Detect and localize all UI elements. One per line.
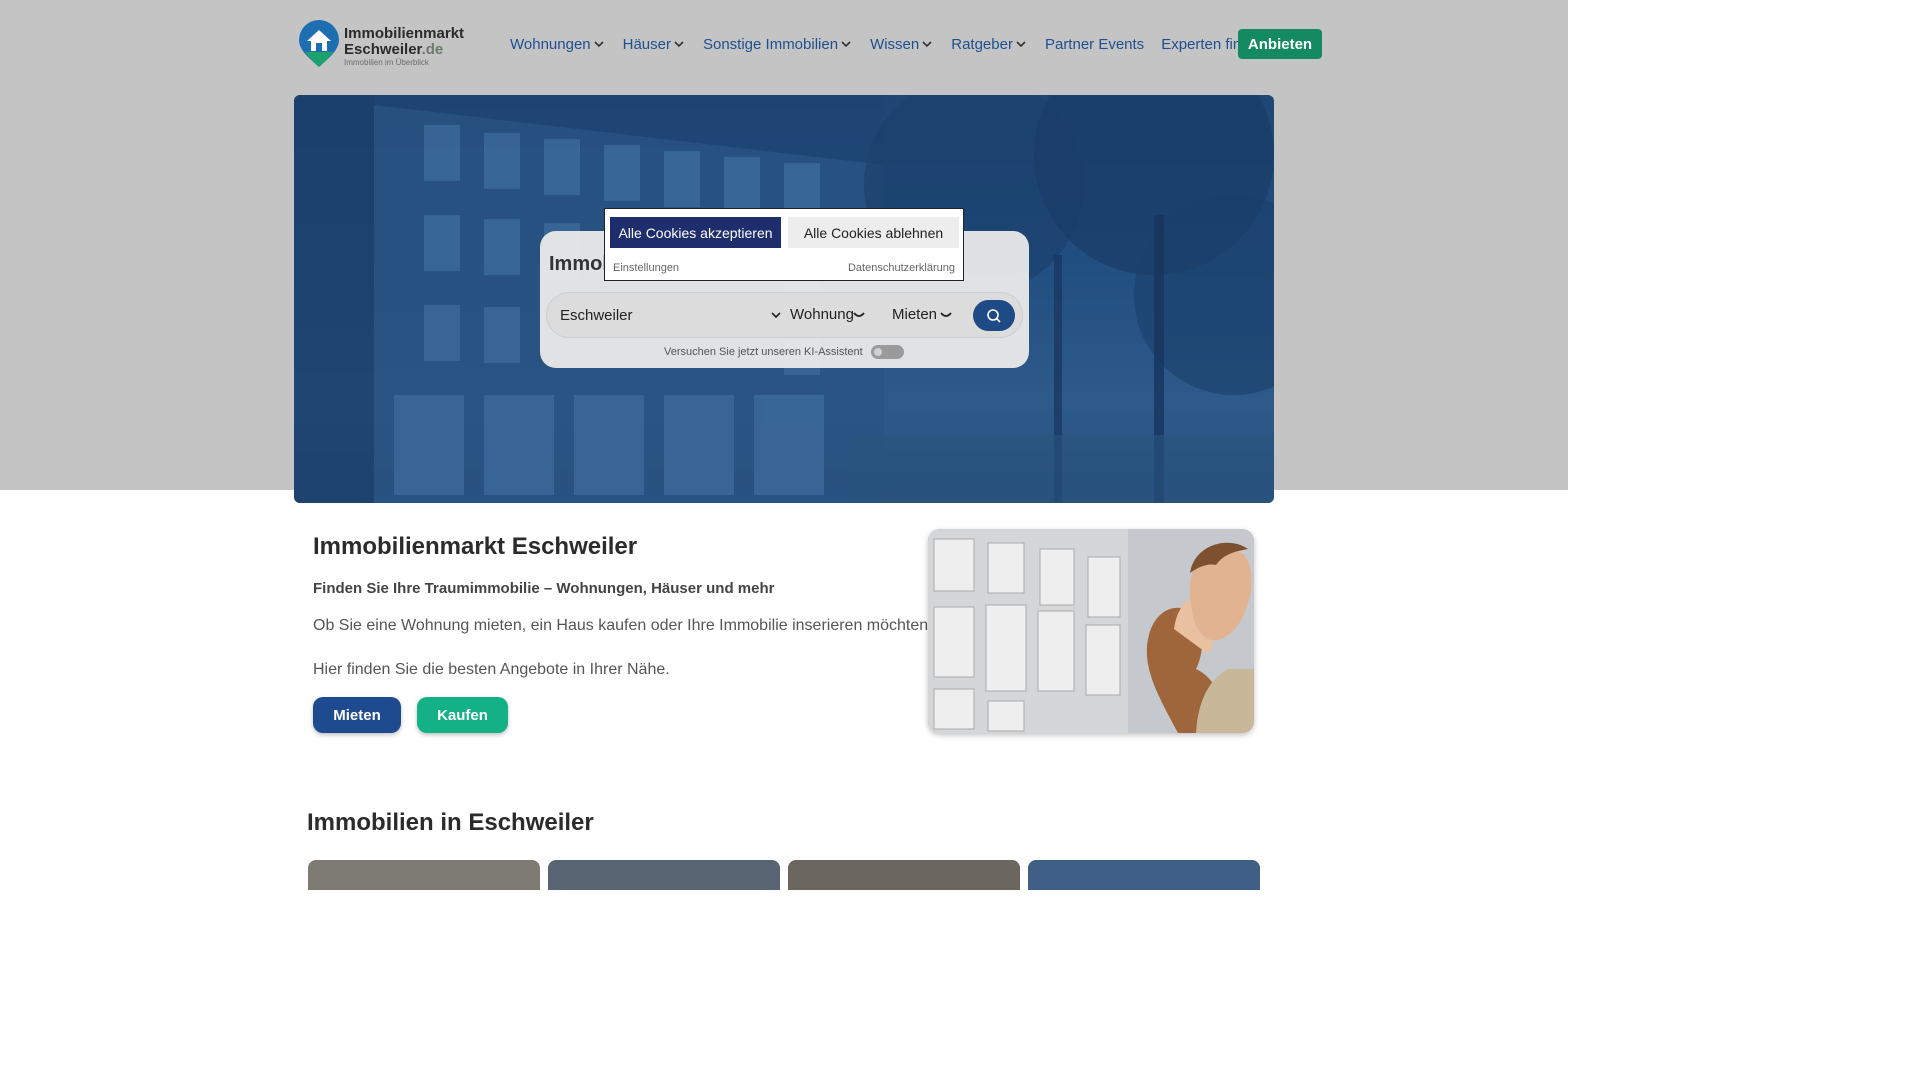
logo-tld: .de: [421, 41, 444, 58]
decline-cookies-button[interactable]: Alle Cookies ablehnen: [788, 217, 959, 248]
transaction-mode-select[interactable]: Mieten: [892, 306, 937, 323]
listing-card[interactable]: [1028, 860, 1260, 890]
site-header: Immobilienmarkt Eschweiler.de Immobilien…: [0, 0, 1568, 88]
chevron-down-icon[interactable]: [771, 310, 781, 320]
main-nav: Wohnungen Häuser Sonstige Immobilien Wis…: [510, 29, 1283, 59]
chevron-down-icon: [841, 41, 851, 48]
nav-label: Häuser: [622, 35, 671, 53]
listing-card[interactable]: [308, 860, 540, 890]
rent-button[interactable]: Mieten: [313, 697, 401, 733]
logo-tagline: Immobilien im Überblick: [344, 58, 429, 67]
nav-item-wohnungen[interactable]: Wohnungen: [510, 36, 604, 53]
logo-title: Immobilienmarkt: [344, 25, 465, 42]
anbieten-button[interactable]: Anbieten: [1238, 29, 1322, 59]
nav-label: Ratgeber: [951, 35, 1013, 53]
privacy-policy-link[interactable]: Datenschutzerklärung: [848, 262, 955, 274]
chevron-down-icon: [1016, 41, 1026, 48]
house-pin-icon: [297, 20, 341, 68]
nav-item-ratgeber[interactable]: Ratgeber: [951, 36, 1026, 53]
nav-label: Wissen: [870, 35, 920, 53]
location-select[interactable]: Eschweiler: [560, 307, 633, 324]
cookie-banner: Alle Cookies akzeptieren Alle Cookies ab…: [604, 208, 964, 281]
nav-item-sonstige-immobilien[interactable]: Sonstige Immobilien: [703, 36, 851, 53]
ki-assistant-label: Versuchen Sie jetzt unseren KI-Assistent: [664, 346, 863, 358]
listing-card[interactable]: [548, 860, 780, 890]
listings-title: Immobilien in Eschweiler: [307, 809, 594, 836]
accept-cookies-button[interactable]: Alle Cookies akzeptieren: [610, 217, 781, 248]
intro-paragraph: Ob Sie eine Wohnung mieten, ein Haus kau…: [313, 617, 933, 634]
intro-paragraph: Hier finden Sie die besten Angebote in I…: [313, 661, 670, 678]
intro-subtitle: Finden Sie Ihre Traumimmobilie – Wohnung…: [313, 580, 775, 597]
search-button[interactable]: [973, 300, 1015, 331]
logo-city: Eschweiler.de: [344, 41, 444, 58]
nav-item-haeuser[interactable]: Häuser: [623, 36, 684, 53]
couple-window-photo: [928, 529, 1254, 733]
chevron-down-icon: [922, 41, 932, 48]
nav-item-partner-events[interactable]: Partner Events: [1045, 36, 1144, 53]
site-logo[interactable]: Immobilienmarkt Eschweiler.de Immobilien…: [297, 20, 464, 68]
photo-illustration: [928, 529, 1254, 733]
search-bar: Eschweiler Wohnung Mieten: [546, 292, 1023, 338]
buy-button[interactable]: Kaufen: [417, 697, 508, 733]
page-title: Immobilienmarkt Eschweiler: [313, 533, 638, 560]
property-type-select[interactable]: Wohnung: [790, 306, 854, 323]
cookie-settings-link[interactable]: Einstellungen: [613, 262, 679, 274]
toggle-knob: [874, 348, 882, 356]
ki-assistant-toggle[interactable]: [871, 345, 904, 359]
chevron-down-icon: [594, 41, 604, 48]
nav-label: Sonstige Immobilien: [702, 35, 839, 53]
search-icon: [987, 308, 1001, 323]
chevron-down-icon: [674, 41, 684, 48]
chevron-down-icon[interactable]: [853, 311, 865, 319]
listing-card[interactable]: [788, 860, 1020, 890]
chevron-down-icon[interactable]: [940, 311, 952, 319]
nav-item-wissen[interactable]: Wissen: [870, 36, 932, 53]
nav-label: Wohnungen: [510, 35, 591, 53]
